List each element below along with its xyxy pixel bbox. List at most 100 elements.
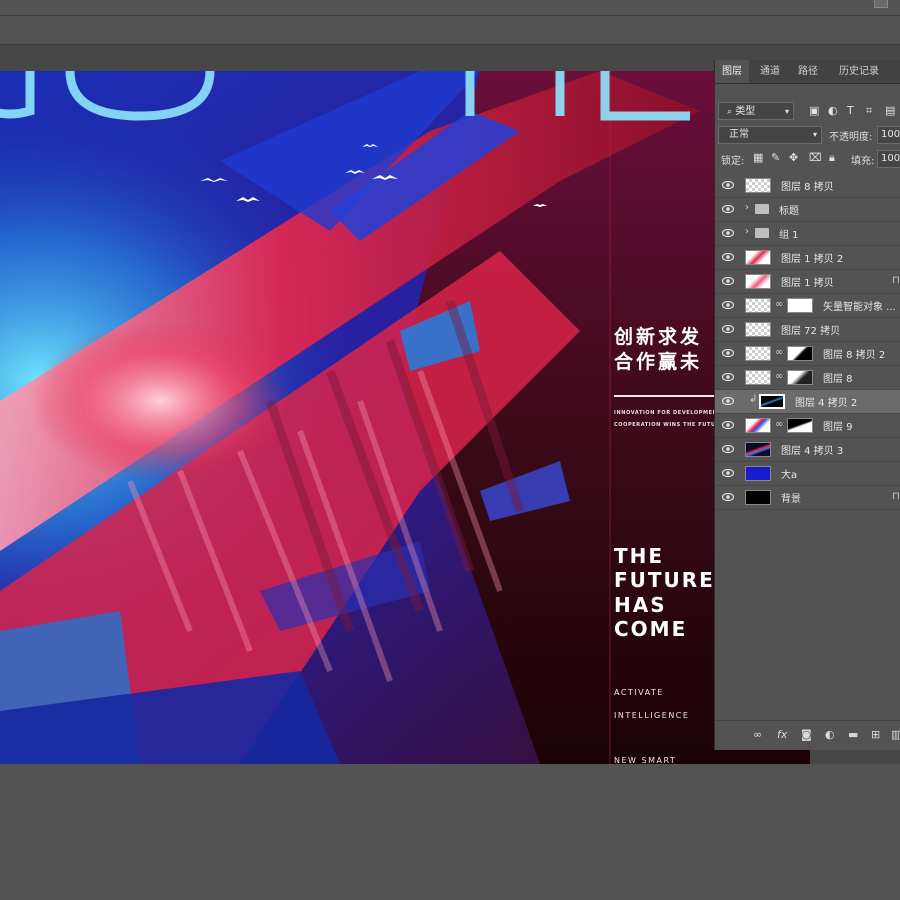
link-icon[interactable]: ∞	[775, 347, 783, 358]
lock-icon: ⊓	[892, 275, 900, 286]
layer-mask-thumbnail[interactable]	[787, 346, 813, 361]
eye-icon[interactable]	[722, 372, 734, 382]
layers-panel-footer: ∞ fx ◙ ◐ ▬ ⊞ ▥	[715, 720, 900, 749]
eye-icon[interactable]	[722, 444, 734, 454]
link-icon[interactable]: ∞	[775, 371, 783, 382]
poster-tagline: ACTIVATE	[614, 688, 664, 697]
link-icon[interactable]: ∞	[775, 299, 783, 310]
layer-name: 背景	[781, 494, 801, 505]
layer-row[interactable]: 图层 72 拷贝	[715, 318, 900, 342]
layer-name: 图层 72 拷贝	[781, 326, 841, 337]
tab-history[interactable]: 历史记录	[831, 60, 887, 83]
clipping-arrow-icon: ↲	[749, 394, 758, 405]
lock-transparent-icon[interactable]: ▦	[753, 152, 763, 164]
fx-icon[interactable]: fx	[777, 728, 787, 741]
folder-icon	[755, 204, 769, 214]
trash-icon[interactable]: ▥	[891, 728, 900, 741]
chevron-down-icon: ▾	[812, 130, 817, 139]
eye-icon[interactable]	[722, 252, 734, 262]
eye-icon[interactable]	[722, 492, 734, 502]
lock-all-icon[interactable]: 🔒︎	[829, 152, 835, 164]
eye-icon[interactable]	[722, 276, 734, 286]
layer-row[interactable]: 图层 1 拷贝 2	[715, 246, 900, 270]
layer-row[interactable]: 大a	[715, 462, 900, 486]
layer-name: 图层 8 拷贝 2	[823, 350, 886, 361]
lock-label: 锁定:	[721, 156, 745, 167]
layer-mask-thumbnail[interactable]	[787, 370, 813, 385]
poster-tagline: INTELLIGENCE	[614, 711, 690, 720]
link-layers-icon[interactable]: ∞	[753, 728, 762, 741]
layer-thumbnail	[745, 274, 771, 289]
layer-filter-row: ⌕ 类型 ▾ ▣ ◐ T ⌗ ▤	[715, 100, 900, 122]
poster-divider	[614, 395, 724, 397]
canvas-scroll-area	[810, 750, 900, 764]
poster-headline-word: COME	[614, 617, 688, 641]
fill-input[interactable]: 100	[877, 150, 900, 168]
poster-title-cn-line2: 合作赢未	[614, 351, 703, 373]
layer-row[interactable]: › 组 1	[715, 222, 900, 246]
layer-row[interactable]: › 标题	[715, 198, 900, 222]
layer-mask-thumbnail[interactable]	[787, 418, 813, 433]
layer-name: 大a	[781, 470, 798, 481]
poster-headline-word: FUTURE	[614, 568, 715, 592]
search-icon: ⌕	[727, 107, 733, 117]
pixel-filter-icon[interactable]: ▣	[809, 105, 819, 117]
layer-thumbnail	[745, 298, 771, 313]
layer-row[interactable]: ∞ 图层 8 拷贝 2	[715, 342, 900, 366]
opacity-input[interactable]: 100	[877, 126, 900, 144]
eye-icon[interactable]	[722, 468, 734, 478]
window-control-button[interactable]	[874, 0, 888, 8]
adjustment-layer-icon[interactable]: ◐	[825, 728, 835, 741]
smart-object-filter-icon[interactable]: ▤	[885, 105, 895, 117]
layer-list: 图层 8 拷贝 › 标题 › 组 1 图层 1 拷贝 2 图层 1 拷贝 ⊓ ∞…	[715, 174, 900, 510]
layer-row[interactable]: ∞ 矢量智能对象 ...	[715, 294, 900, 318]
layer-name: 图层 4 拷贝 3	[781, 446, 844, 457]
folder-icon	[755, 228, 769, 238]
layer-name: 图层 9	[823, 422, 853, 433]
layers-panel: 图层 通道 路径 历史记录 ⌕ 类型 ▾ ▣ ◐ T ⌗ ▤ 正常 ▾ 不透明度…	[714, 60, 900, 750]
layer-name: 图层 8 拷贝	[781, 182, 834, 193]
title-strip	[0, 0, 900, 16]
layer-filter-select[interactable]: ⌕ 类型 ▾	[718, 102, 794, 120]
eye-icon[interactable]	[722, 204, 734, 214]
add-mask-icon[interactable]: ◙	[801, 728, 812, 741]
poster-artwork	[0, 71, 810, 764]
lock-image-icon[interactable]: ✎	[771, 152, 780, 164]
layer-thumbnail	[745, 418, 771, 433]
layer-row[interactable]: ∞ 图层 8	[715, 366, 900, 390]
filter-type-label: 类型	[735, 106, 756, 117]
shape-filter-icon[interactable]: ⌗	[866, 105, 872, 117]
layer-thumbnail	[745, 370, 771, 385]
eye-icon[interactable]	[722, 348, 734, 358]
eye-icon[interactable]	[722, 180, 734, 190]
tab-layers[interactable]: 图层	[715, 60, 749, 83]
layer-row[interactable]: 图层 1 拷贝 ⊓	[715, 270, 900, 294]
chevron-right-icon[interactable]: ›	[745, 202, 749, 213]
layer-row[interactable]: ∞ 图层 9	[715, 414, 900, 438]
tab-channels[interactable]: 通道	[753, 60, 787, 83]
layer-row[interactable]: 背景 ⊓	[715, 486, 900, 510]
lock-icon: ⊓	[892, 491, 900, 502]
eye-icon[interactable]	[722, 324, 734, 334]
lock-artboard-icon[interactable]: ⌧	[809, 152, 822, 164]
layer-thumbnail	[745, 442, 771, 457]
new-layer-icon[interactable]: ⊞	[871, 728, 880, 741]
eye-icon[interactable]	[722, 420, 734, 430]
adjustment-filter-icon[interactable]: ◐	[828, 105, 838, 117]
chevron-right-icon[interactable]: ›	[745, 226, 749, 237]
new-group-icon[interactable]: ▬	[848, 728, 858, 741]
layer-row-selected[interactable]: ↲ 图层 4 拷贝 2	[715, 390, 900, 414]
link-icon[interactable]: ∞	[775, 419, 783, 430]
eye-icon[interactable]	[722, 396, 734, 406]
eye-icon[interactable]	[722, 300, 734, 310]
document-canvas[interactable]: 创新求发 合作赢未 INNOVATION FOR DEVELOPMENT COO…	[0, 71, 810, 764]
tab-paths[interactable]: 路径	[791, 60, 825, 83]
layer-row[interactable]: 图层 8 拷贝	[715, 174, 900, 198]
type-filter-icon[interactable]: T	[847, 105, 854, 117]
layer-mask-thumbnail[interactable]	[787, 298, 813, 313]
poster-headline-word: THE	[614, 544, 665, 568]
lock-position-icon[interactable]: ✥	[789, 152, 798, 164]
blend-mode-select[interactable]: 正常 ▾	[718, 126, 822, 144]
layer-row[interactable]: 图层 4 拷贝 3	[715, 438, 900, 462]
eye-icon[interactable]	[722, 228, 734, 238]
